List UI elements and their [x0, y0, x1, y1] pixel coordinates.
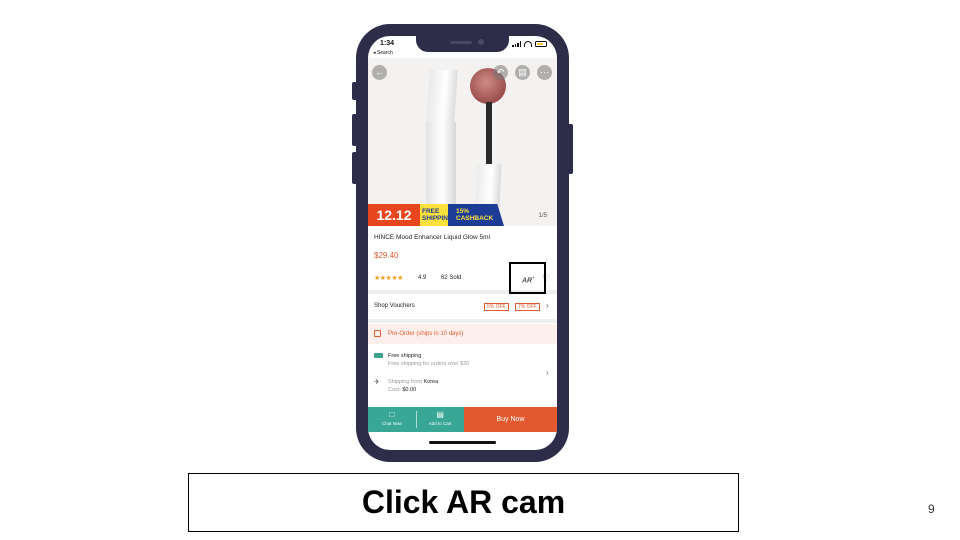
sold-count: 62 Sold: [441, 275, 462, 281]
back-arrow-icon[interactable]: ←: [372, 65, 387, 80]
buy-now-button[interactable]: Buy Now: [464, 407, 557, 432]
wifi-icon: [524, 41, 532, 47]
divider: [368, 319, 557, 323]
voucher-tag: 7% OFF: [515, 303, 540, 311]
back-to-search-link[interactable]: ◂ Search: [373, 50, 393, 56]
product-image[interactable]: hince ← ↶ ▤ ···: [368, 58, 557, 226]
slide-number: 9: [928, 502, 935, 516]
ar-highlight-box: [509, 262, 546, 294]
mute-switch: [352, 82, 357, 100]
speaker-grille: [450, 41, 472, 44]
secondary-actions: □ Chat Now ▤ Add to Cart: [368, 407, 464, 432]
caption-text: Click AR cam: [361, 484, 566, 520]
volume-up-button: [352, 114, 357, 146]
status-icons: [512, 41, 547, 47]
home-indicator[interactable]: [429, 441, 496, 444]
power-button: [568, 124, 573, 174]
more-icon[interactable]: ···: [537, 65, 552, 80]
shipping-cost-label: Cost:: [388, 387, 401, 393]
promo-cashback-line2: CASHBACK: [456, 215, 494, 222]
shop-vouchers-label: Shop Vouchers: [374, 303, 415, 309]
promo-banner: 12.12 FREE SHIPPING 15% CASHBACK: [368, 204, 504, 226]
promo-free-shipping-line1: FREE: [422, 208, 440, 215]
signal-icon: [512, 41, 521, 47]
add-to-cart-button[interactable]: ▤ Add to Cart: [416, 407, 464, 432]
image-page-indicator: 1/5: [538, 213, 547, 219]
chat-now-button[interactable]: □ Chat Now: [368, 407, 416, 432]
shipping-from: Shipping from Korea: [388, 379, 438, 385]
shop-vouchers-row[interactable]: Shop Vouchers 5% OFF 7% OFF ›: [368, 296, 557, 318]
promo-sale: 12.12: [368, 204, 420, 226]
instruction-caption: Click AR cam: [188, 473, 739, 532]
product-title: HINCE Mood Enhancer Liquid Glow 5ml: [374, 234, 490, 241]
free-shipping-subtitle: Free shipping for orders over $20: [388, 361, 470, 367]
free-shipping-title: Free shipping: [388, 353, 422, 359]
phone-notch: [416, 36, 509, 52]
share-icon[interactable]: ↶: [493, 65, 508, 80]
product-cap: [426, 70, 458, 122]
preorder-text: Pre-Order (ships in 10 days): [388, 331, 464, 337]
add-to-cart-label: Add to Cart: [428, 421, 452, 426]
rating-value: 4.9: [418, 275, 427, 281]
bottom-action-bar: □ Chat Now ▤ Add to Cart Buy Now: [368, 407, 557, 432]
chevron-right-icon: ›: [546, 368, 549, 377]
chat-icon: □: [389, 410, 395, 419]
chevron-right-icon: ›: [546, 301, 549, 310]
chat-now-label: Chat Now: [381, 421, 402, 426]
battery-icon: [535, 41, 547, 47]
phone-screen: 1:34 ◂ Search hince ← ↶ ▤ ··· 12.12 FREE…: [368, 36, 557, 450]
rating-stars-icon: ★★★★★: [374, 275, 403, 282]
promo-cashback: 15% CASHBACK: [448, 204, 504, 226]
voucher-tag: 5% OFF: [484, 303, 509, 311]
airplane-icon: ✈: [374, 379, 380, 386]
applicator-wand: [486, 102, 492, 164]
shipping-from-value: Korea: [423, 379, 439, 385]
shipping-cost: Cost: $0.00: [388, 387, 416, 393]
promo-cashback-line1: 15%: [456, 208, 470, 215]
shipping-cost-value: $0.00: [402, 387, 417, 393]
calendar-icon: [374, 330, 381, 337]
status-time: 1:34: [380, 40, 395, 47]
truck-icon: [374, 353, 383, 358]
preorder-banner: Pre-Order (ships in 10 days): [368, 324, 557, 344]
promo-free-shipping: FREE SHIPPING: [420, 204, 453, 226]
cart-icon[interactable]: ▤: [515, 65, 530, 80]
shipping-from-label: Shipping from: [388, 379, 422, 385]
volume-down-button: [352, 152, 357, 184]
add-cart-icon: ▤: [436, 410, 444, 419]
product-price: $29.40: [374, 251, 399, 260]
shipping-info[interactable]: Free shipping Free shipping for orders o…: [368, 348, 557, 404]
front-camera: [478, 39, 484, 45]
